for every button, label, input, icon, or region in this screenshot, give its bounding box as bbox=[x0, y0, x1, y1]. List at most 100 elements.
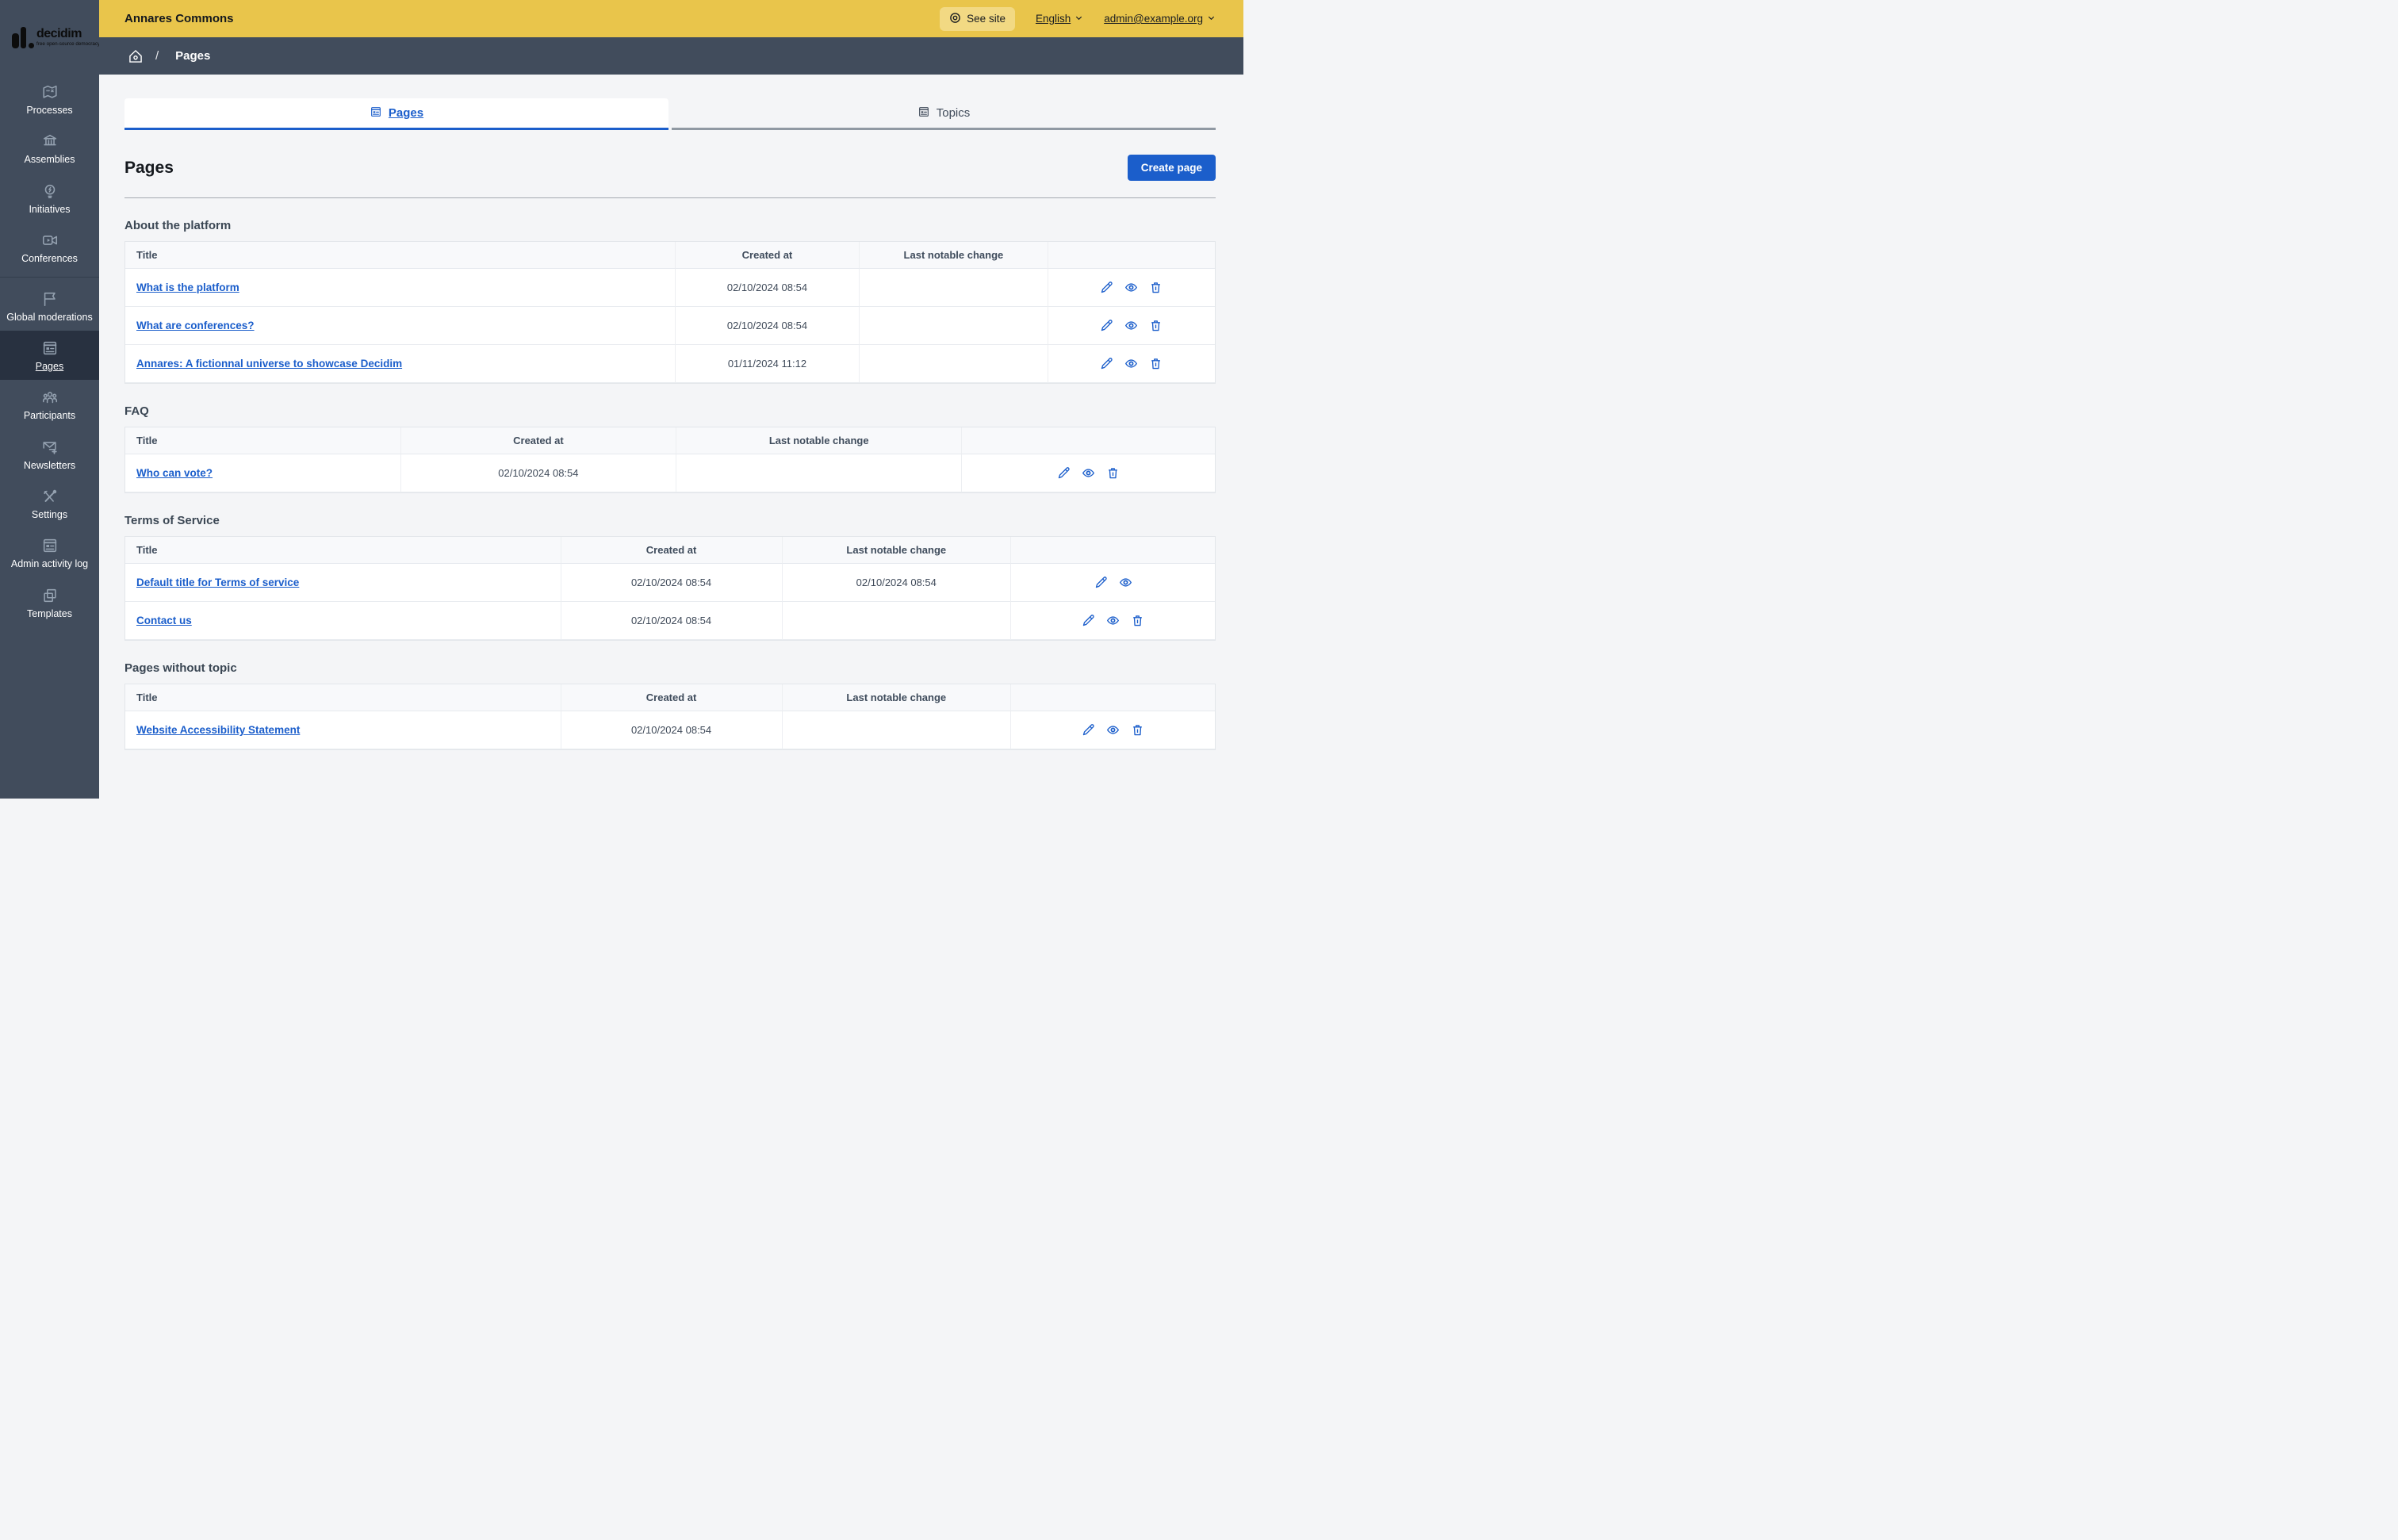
sidebar-item-settings[interactable]: Settings bbox=[0, 479, 99, 528]
divider bbox=[124, 197, 1216, 198]
section-heading: FAQ bbox=[124, 404, 149, 418]
sidebar-item-conferences[interactable]: Conferences bbox=[0, 223, 99, 272]
pages-table: Title Created at Last notable change Wha… bbox=[124, 241, 1216, 384]
edit-pencil-icon[interactable] bbox=[1094, 576, 1108, 589]
column-header-last-change: Last notable change bbox=[782, 537, 1012, 564]
sidebar-item-admin-activity-log[interactable]: Admin activity log bbox=[0, 528, 99, 577]
edit-pencil-icon[interactable] bbox=[1082, 614, 1095, 627]
delete-trash-icon[interactable] bbox=[1131, 723, 1144, 737]
video-camera-icon bbox=[41, 232, 59, 249]
sidebar-item-participants[interactable]: Participants bbox=[0, 380, 99, 429]
language-selector[interactable]: English bbox=[1036, 13, 1083, 25]
copy-icon bbox=[41, 587, 59, 604]
content-area: Pages Topics Pages Create page About the… bbox=[99, 75, 1243, 799]
page-title-link[interactable]: Contact us bbox=[136, 615, 192, 626]
sidebar-item-assemblies[interactable]: Assemblies bbox=[0, 124, 99, 173]
account-menu[interactable]: admin@example.org bbox=[1104, 13, 1216, 25]
section-heading: Terms of Service bbox=[124, 514, 220, 527]
logo-dot-icon bbox=[29, 42, 34, 48]
tab-pages[interactable]: Pages bbox=[124, 98, 668, 130]
account-label: admin@example.org bbox=[1104, 13, 1203, 25]
breadcrumb-separator: / bbox=[155, 49, 159, 63]
tools-icon bbox=[41, 488, 59, 505]
sidebar-nav-spaces: Processes Assemblies Initiatives Confere… bbox=[0, 75, 99, 273]
page-title-link[interactable]: Default title for Terms of service bbox=[136, 577, 299, 588]
sidebar-item-global-moderations[interactable]: Global moderations bbox=[0, 282, 99, 331]
sidebar-item-initiatives[interactable]: Initiatives bbox=[0, 174, 99, 223]
page-section: About the platform Title Created at Last… bbox=[124, 219, 1216, 384]
preview-eye-icon[interactable] bbox=[1124, 357, 1138, 370]
page-title-link[interactable]: What are conferences? bbox=[136, 320, 255, 331]
edit-pencil-icon[interactable] bbox=[1100, 281, 1113, 294]
column-header-last-change: Last notable change bbox=[676, 427, 963, 454]
column-header-title: Title bbox=[125, 684, 561, 711]
page-title-link[interactable]: What is the platform bbox=[136, 282, 239, 293]
row-actions bbox=[1011, 564, 1215, 602]
last-change-cell bbox=[782, 711, 1012, 749]
last-change-cell: 02/10/2024 08:54 bbox=[782, 564, 1012, 602]
breadcrumb-current-pages[interactable]: Pages bbox=[175, 49, 210, 63]
article-icon bbox=[41, 339, 59, 357]
delete-trash-icon[interactable] bbox=[1149, 319, 1163, 332]
sidebar-item-templates[interactable]: Templates bbox=[0, 578, 99, 627]
column-header-created-at: Created at bbox=[561, 684, 783, 711]
page-title-link[interactable]: Annares: A fictionnal universe to showca… bbox=[136, 358, 402, 370]
page-section: Terms of Service Title Created at Last n… bbox=[124, 514, 1216, 641]
create-page-button[interactable]: Create page bbox=[1127, 155, 1216, 181]
map-icon bbox=[41, 83, 59, 101]
home-icon[interactable] bbox=[128, 48, 144, 64]
sidebar-nav-admin: Global moderations Pages Participants Ne… bbox=[0, 282, 99, 628]
column-header-actions bbox=[1048, 242, 1215, 269]
sidebar-item-newsletters[interactable]: Newsletters bbox=[0, 430, 99, 479]
page-title: Pages bbox=[124, 158, 174, 177]
column-header-created-at: Created at bbox=[675, 242, 860, 269]
delete-trash-icon[interactable] bbox=[1106, 466, 1120, 480]
see-site-button[interactable]: See site bbox=[940, 6, 1015, 31]
sidebar-item-processes[interactable]: Processes bbox=[0, 75, 99, 124]
last-change-cell bbox=[782, 602, 1012, 640]
last-change-cell bbox=[676, 454, 963, 492]
created-at-cell: 02/10/2024 08:54 bbox=[561, 564, 783, 602]
created-at-cell: 02/10/2024 08:54 bbox=[675, 269, 860, 307]
column-header-title: Title bbox=[125, 242, 676, 269]
last-change-cell bbox=[860, 345, 1048, 383]
created-at-cell: 02/10/2024 08:54 bbox=[561, 602, 783, 640]
page-title-link[interactable]: Who can vote? bbox=[136, 467, 213, 479]
tab-topics[interactable]: Topics bbox=[672, 98, 1216, 130]
decidim-logo-mark bbox=[12, 26, 34, 48]
delete-trash-icon[interactable] bbox=[1131, 614, 1144, 627]
column-header-title: Title bbox=[125, 427, 401, 454]
preview-eye-icon[interactable] bbox=[1106, 614, 1120, 627]
decidim-logo[interactable]: decidim free open-source democracy bbox=[0, 0, 100, 75]
edit-pencil-icon[interactable] bbox=[1082, 723, 1095, 737]
breadcrumb: / Pages bbox=[99, 37, 1243, 75]
preview-eye-icon[interactable] bbox=[1124, 319, 1138, 332]
edit-pencil-icon[interactable] bbox=[1057, 466, 1071, 480]
preview-eye-icon[interactable] bbox=[1119, 576, 1132, 589]
sidebar-divider bbox=[0, 276, 99, 278]
mail-add-icon bbox=[41, 439, 59, 456]
see-site-icon bbox=[949, 12, 961, 26]
preview-eye-icon[interactable] bbox=[1082, 466, 1095, 480]
logo-bar-icon bbox=[12, 33, 19, 48]
sidebar-item-pages[interactable]: Pages bbox=[0, 330, 99, 381]
delete-trash-icon[interactable] bbox=[1149, 281, 1163, 294]
see-site-label: See site bbox=[967, 13, 1006, 25]
edit-pencil-icon[interactable] bbox=[1100, 319, 1113, 332]
section-heading: Pages without topic bbox=[124, 661, 237, 675]
edit-pencil-icon[interactable] bbox=[1100, 357, 1113, 370]
page-title-link[interactable]: Website Accessibility Statement bbox=[136, 724, 300, 736]
created-at-cell: 02/10/2024 08:54 bbox=[675, 307, 860, 345]
delete-trash-icon[interactable] bbox=[1149, 357, 1163, 370]
created-at-cell: 02/10/2024 08:54 bbox=[561, 711, 783, 749]
row-actions bbox=[962, 454, 1215, 492]
article-icon bbox=[41, 537, 59, 554]
pages-table: Title Created at Last notable change Web… bbox=[124, 684, 1216, 750]
row-actions bbox=[1048, 345, 1215, 383]
preview-eye-icon[interactable] bbox=[1124, 281, 1138, 294]
created-at-cell: 01/11/2024 11:12 bbox=[675, 345, 860, 383]
last-change-cell bbox=[860, 269, 1048, 307]
preview-eye-icon[interactable] bbox=[1106, 723, 1120, 737]
flag-icon bbox=[41, 290, 59, 308]
logo-brand-text: decidim bbox=[36, 26, 82, 40]
